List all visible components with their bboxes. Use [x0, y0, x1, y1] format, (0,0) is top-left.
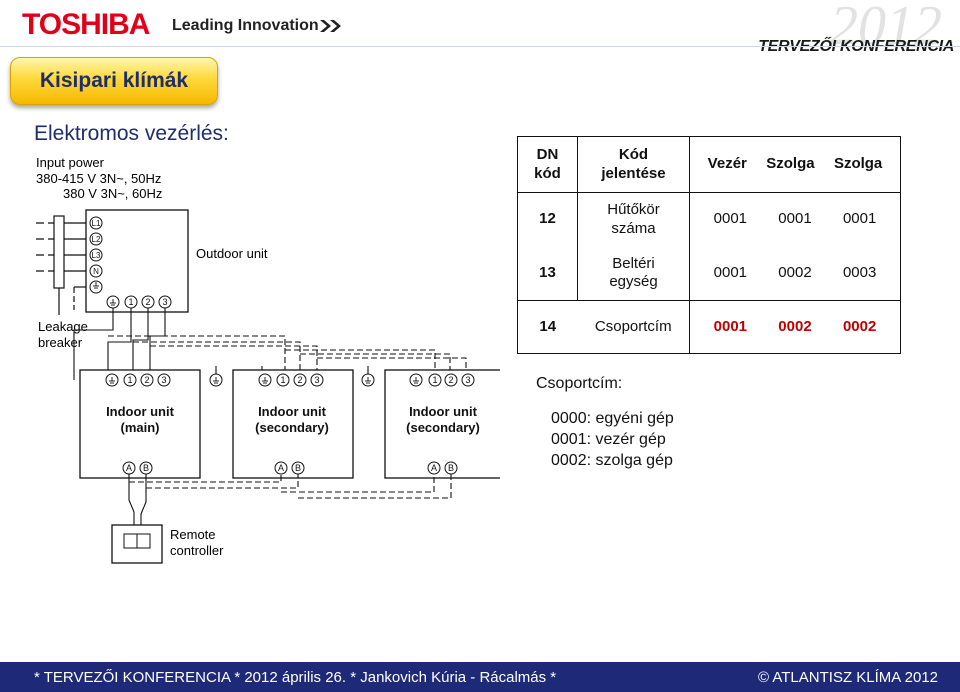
outdoor-terminal-1: 1	[128, 297, 133, 307]
table-row: 14 Csoportcím 0001 0002 0002	[517, 300, 901, 354]
indoor2-terminal-3: 3	[314, 375, 319, 385]
terminal-n: N	[93, 267, 99, 276]
row-code-12: 12	[517, 192, 578, 247]
list-item: 0001: vezér gép	[551, 431, 666, 448]
footer-bar: * TERVEZŐI KONFERENCIA * 2012 április 26…	[0, 662, 960, 692]
category-title-button[interactable]: Kisipari klímák	[10, 57, 218, 105]
indoor-unit-main-line1: Indoor unit	[106, 404, 175, 419]
outdoor-unit-label: Outdoor unit	[196, 246, 268, 261]
header-roles: Vezér Szolga Szolga	[689, 136, 901, 193]
indoor1-terminal-a: A	[126, 463, 132, 473]
breaker-label: breaker	[38, 335, 83, 350]
wiring-diagram: Input power 380-415 V 3N~, 50Hz 380 V 3N…	[36, 155, 500, 564]
table-row: 12 Hűtőkör száma 0001 0001 0001	[517, 192, 901, 247]
leakage-label: Leakage	[38, 319, 88, 334]
indoor3-terminal-2: 2	[448, 375, 453, 385]
header-dn: DN kód	[517, 136, 578, 193]
double-chevron-icon	[320, 20, 341, 32]
indoor1-terminal-1: 1	[127, 375, 132, 385]
tagline: Leading Innovation	[172, 17, 319, 34]
indoor3-terminal-a: A	[431, 463, 437, 473]
indoor2-terminal-b: B	[295, 463, 301, 473]
indoor2-terminal-2: 2	[297, 375, 302, 385]
terminal-l3: L3	[92, 251, 101, 260]
row-code-13: 13	[517, 246, 578, 301]
terminal-l1: L1	[92, 219, 101, 228]
row-code-14: 14	[517, 300, 578, 354]
row-meaning-12: Hűtőkör száma	[577, 192, 690, 247]
controller-label: controller	[170, 543, 224, 558]
indoor-unit-sec2-line1: Indoor unit	[409, 404, 478, 419]
toshiba-logo: TOSHIBA	[22, 8, 150, 41]
legend-title: Csoportcím:	[536, 375, 623, 392]
footer-copyright: © ATLANTISZ KLÍMA 2012	[757, 668, 938, 686]
input-power-50hz: 380-415 V 3N~, 50Hz	[36, 171, 161, 186]
terminal-l2: L2	[92, 235, 101, 244]
table-row: 13 Beltéri egység 0001 0002 0003	[517, 246, 901, 301]
address-code-table: DN kód Kód jelentése Vezér Szolga Szolga…	[517, 136, 901, 354]
outdoor-terminal-2: 2	[145, 297, 150, 307]
indoor-unit-sec1-line1: Indoor unit	[258, 404, 327, 419]
input-power-label: Input power	[36, 155, 105, 170]
row-values-12: 0001 0001 0001	[689, 192, 901, 247]
indoor1-terminal-2: 2	[144, 375, 149, 385]
header-vezer: Vezér	[707, 155, 747, 173]
indoor3-terminal-3: 3	[465, 375, 470, 385]
row-values-14: 0001 0002 0002	[689, 300, 901, 354]
list-item: 0000: egyéni gép	[551, 410, 674, 427]
indoor1-terminal-b: B	[143, 463, 149, 473]
outdoor-terminal-3: 3	[162, 297, 167, 307]
row-values-13: 0001 0002 0003	[689, 246, 901, 301]
section-title: Elektromos vezérlés:	[34, 122, 229, 145]
indoor3-terminal-b: B	[448, 463, 454, 473]
header-szolga-2: Szolga	[833, 155, 883, 173]
row-meaning-14: Csoportcím	[577, 300, 690, 354]
list-item: 0002: szolga gép	[551, 452, 673, 469]
power-wires	[73, 308, 467, 380]
conference-label: TERVEZŐI KONFERENCIA	[758, 38, 954, 55]
indoor1-terminal-3: 3	[161, 375, 166, 385]
legend-list: 0000: egyéni gép 0001: vezér gép 0002: s…	[551, 408, 674, 471]
indoor-unit-sec2-line2: (secondary)	[406, 420, 480, 435]
input-power-60hz: 380 V 3N~, 60Hz	[63, 186, 162, 201]
row-meaning-13: Beltéri egység	[577, 246, 690, 301]
remote-wires	[128, 474, 452, 525]
footer-event: * TERVEZŐI KONFERENCIA * 2012 április 26…	[34, 668, 557, 686]
header-divider	[0, 46, 960, 47]
remote-label: Remote	[170, 527, 216, 542]
leakage-breaker	[53, 215, 65, 289]
indoor3-terminal-1: 1	[432, 375, 437, 385]
header-szolga-1: Szolga	[766, 155, 815, 173]
indoor2-terminal-a: A	[278, 463, 284, 473]
indoor-unit-main-line2: (main)	[121, 420, 160, 435]
category-title: Kisipari klímák	[39, 69, 189, 92]
indoor2-terminal-1: 1	[280, 375, 285, 385]
indoor-unit-sec1-line2: (secondary)	[255, 420, 329, 435]
table-header-row: DN kód Kód jelentése Vezér Szolga Szolga	[517, 136, 901, 193]
header-meaning: Kód jelentése	[577, 136, 690, 193]
